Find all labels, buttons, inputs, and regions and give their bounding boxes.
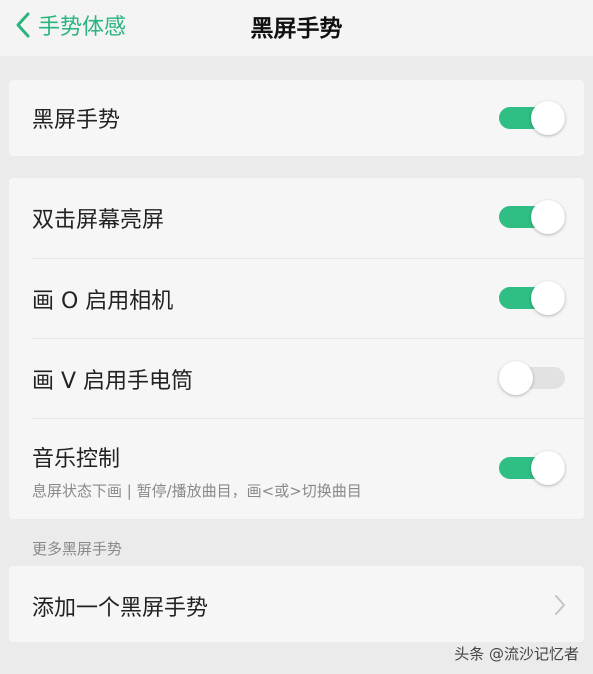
flashlight-toggle[interactable]: [499, 361, 565, 395]
main-switch-label: 黑屏手势: [32, 108, 121, 133]
gesture-row-flashlight[interactable]: 画 V 启用手电筒: [9, 338, 584, 418]
page-title: 黑屏手势: [250, 16, 343, 42]
toggle-knob: [531, 281, 565, 315]
gesture-label: 画 O 启用相机: [32, 289, 174, 314]
gesture-row-music[interactable]: 音乐控制 息屏状态下画 | 暂停/播放曲目，画<或>切换曲目: [9, 418, 584, 519]
main-switch-toggle[interactable]: [499, 101, 565, 135]
chevron-right-icon: [555, 595, 565, 615]
gesture-description: 息屏状态下画 | 暂停/播放曲目，画<或>切换曲目: [32, 482, 362, 500]
gesture-row-double-tap[interactable]: 双击屏幕亮屏: [9, 178, 584, 258]
main-switch-card: 黑屏手势: [9, 80, 584, 156]
toggle-knob: [499, 361, 533, 395]
toggle-knob: [531, 101, 565, 135]
gesture-row-camera[interactable]: 画 O 启用相机: [9, 258, 584, 338]
main-switch-row[interactable]: 黑屏手势: [9, 80, 584, 156]
music-toggle[interactable]: [499, 451, 565, 485]
gesture-label: 双击屏幕亮屏: [32, 208, 165, 233]
gesture-label: 音乐控制: [32, 447, 121, 472]
add-gesture-card: 添加一个黑屏手势: [9, 566, 584, 642]
add-gesture-row[interactable]: 添加一个黑屏手势: [9, 566, 584, 642]
gesture-label: 画 V 启用手电筒: [32, 369, 194, 394]
watermark: 头条 @流沙记忆者: [454, 645, 579, 663]
double-tap-toggle[interactable]: [499, 200, 565, 234]
toggle-knob: [531, 200, 565, 234]
camera-toggle[interactable]: [499, 281, 565, 315]
more-gestures-heading: 更多黑屏手势: [32, 540, 123, 558]
toggle-knob: [531, 451, 565, 485]
gesture-list-card: 双击屏幕亮屏 画 O 启用相机 画 V 启用手电筒 音乐控制 息屏状态下画 | …: [9, 178, 584, 519]
top-bar: 手势体感 黑屏手势: [0, 0, 593, 56]
add-gesture-label: 添加一个黑屏手势: [32, 596, 209, 621]
